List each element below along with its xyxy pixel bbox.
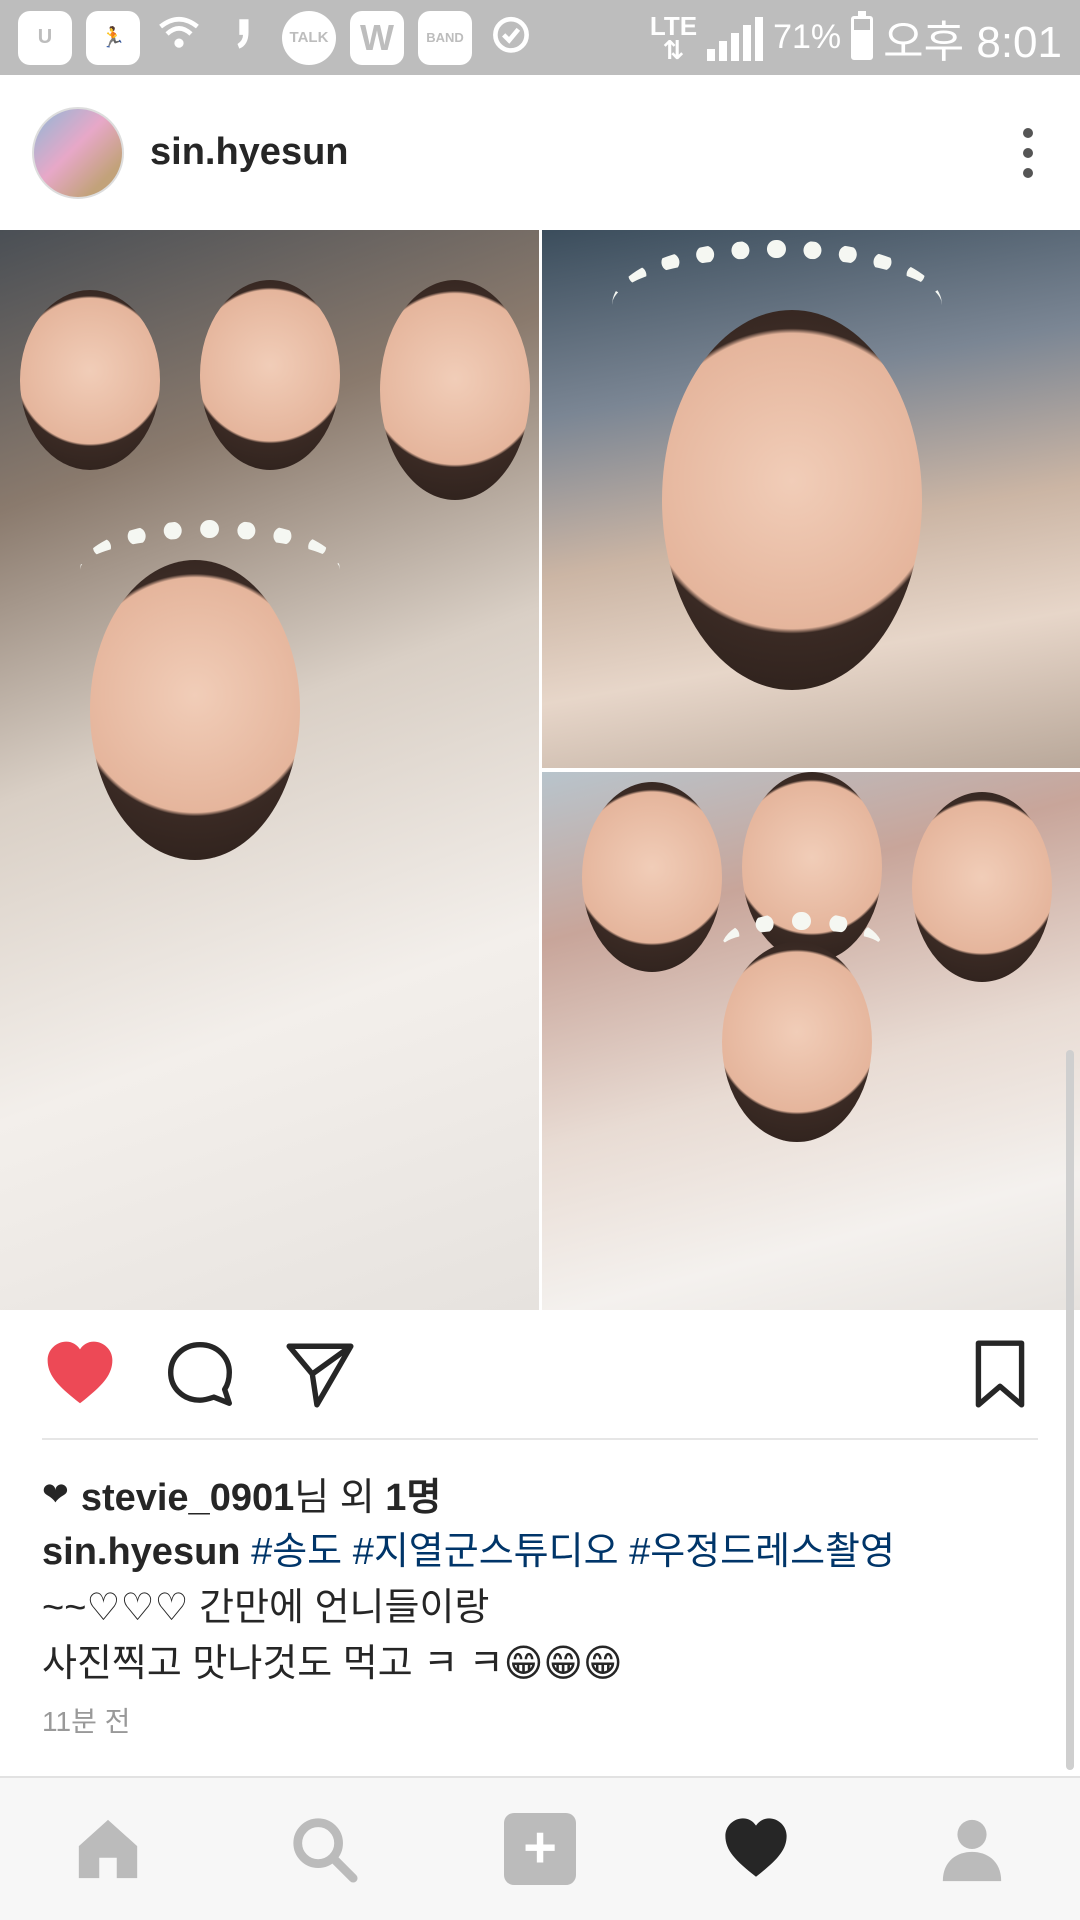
caption-line: 사진찍고 맛나것도 먹고 ㅋ ㅋ😁😁😁 — [42, 1643, 623, 1685]
band-icon: BAND — [418, 10, 472, 65]
bottom-navigation: + — [0, 1776, 1080, 1920]
more-options-icon[interactable] — [1008, 123, 1048, 183]
system-status: LTE ⇅ 71% 오후 8:01 — [650, 6, 1062, 70]
small-heart-icon: ❤ — [42, 1475, 69, 1512]
liker-username[interactable]: stevie_0901 — [81, 1477, 294, 1519]
signal-icon — [707, 15, 764, 61]
comment-icon — [168, 1342, 232, 1406]
post-timestamp: 11분 전 — [42, 1706, 131, 1737]
status-bar: U 🏃 TALK W BAND LTE ⇅ 71% 오후 8:01 — [0, 0, 1080, 75]
search-icon — [293, 1818, 358, 1883]
nav-profile[interactable] — [927, 1804, 1017, 1894]
nav-activity[interactable] — [711, 1804, 801, 1894]
send-icon — [286, 1343, 354, 1408]
heart-icon — [47, 1341, 113, 1404]
divider — [42, 1438, 1038, 1440]
add-icon: + — [504, 1813, 576, 1885]
hashtag[interactable]: #송도 — [251, 1531, 342, 1573]
like-button[interactable] — [40, 1334, 120, 1414]
clock: 오후 8:01 — [883, 17, 1062, 67]
comma-icon — [218, 10, 268, 66]
scrollbar[interactable] — [1066, 1050, 1074, 1770]
profile-icon — [942, 1819, 1002, 1882]
post-header: sin.hyesun — [0, 75, 1080, 230]
likes-suffix: 님 외 — [294, 1477, 386, 1519]
caption-username[interactable]: sin.hyesun — [42, 1531, 241, 1573]
home-icon — [78, 1819, 138, 1879]
nav-search[interactable] — [279, 1804, 369, 1894]
avatar[interactable] — [32, 106, 124, 199]
uplus-icon: U — [18, 10, 72, 65]
collage-tile-bottom-right — [542, 772, 1080, 1310]
lte-indicator: LTE ⇅ — [649, 10, 698, 65]
w-app-icon: W — [350, 10, 404, 65]
hashtag[interactable]: #우정드레스촬영 — [629, 1531, 895, 1573]
likes-count[interactable]: 1명 — [385, 1477, 441, 1519]
post-actions — [0, 1310, 1080, 1438]
post-username[interactable]: sin.hyesun — [150, 131, 1008, 174]
runner-icon: 🏃 — [86, 10, 140, 65]
bookmark-icon — [975, 1340, 1025, 1408]
notification-icons: U 🏃 TALK W BAND — [18, 10, 650, 66]
battery-icon — [851, 10, 874, 60]
nav-home[interactable] — [63, 1804, 153, 1894]
hashtag[interactable]: #지열군스튜디오 — [353, 1531, 619, 1573]
activity-icon — [725, 1818, 787, 1877]
caption-line: ~~♡♡♡ 간만에 언니들이랑 — [42, 1587, 490, 1629]
post-caption: sin.hyesun #송도 #지열군스튜디오 #우정드레스촬영 ~~♡♡♡ 간… — [42, 1524, 1042, 1692]
share-button[interactable] — [280, 1334, 360, 1414]
save-button[interactable] — [960, 1334, 1040, 1414]
likes-summary[interactable]: ❤ stevie_0901님 외 1명 — [42, 1466, 441, 1521]
kakaotalk-icon: TALK — [282, 10, 336, 65]
wifi-icon — [154, 10, 204, 66]
battery-percent: 71% — [773, 18, 842, 56]
collage-tile-left — [0, 230, 539, 1310]
collage-tile-top-right — [542, 230, 1080, 768]
comment-button[interactable] — [160, 1334, 240, 1414]
nav-add[interactable]: + — [495, 1804, 585, 1894]
post-photo[interactable] — [0, 230, 1080, 1310]
alarm-icon — [486, 10, 536, 66]
